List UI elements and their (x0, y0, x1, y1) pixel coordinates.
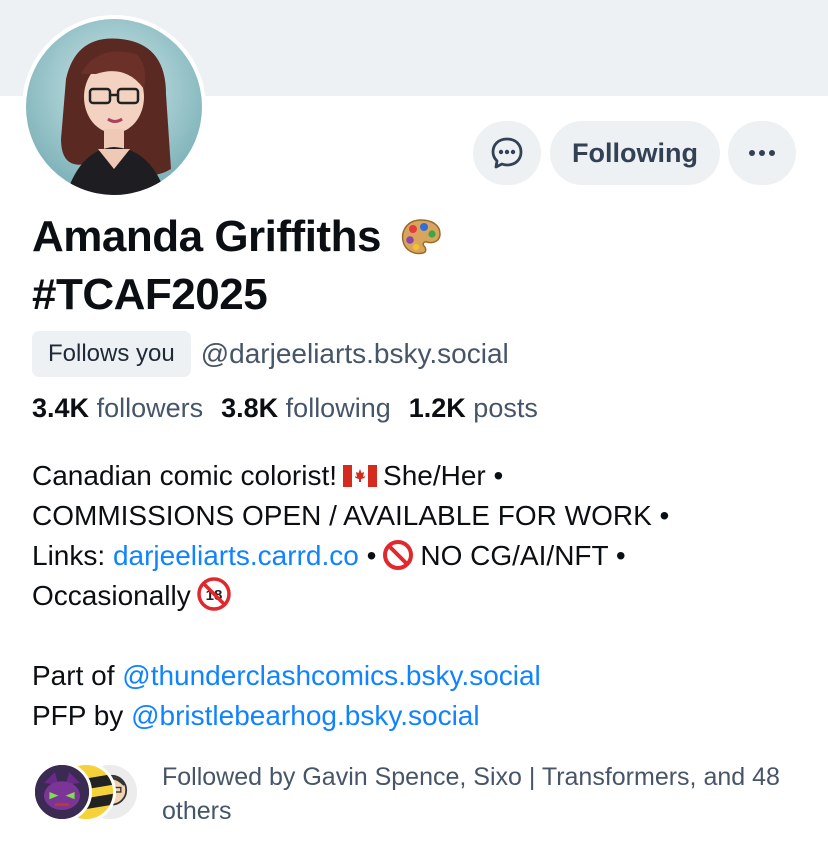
bio-line-4: Occasionally 18 (32, 576, 802, 616)
artist-palette-icon (401, 219, 441, 255)
posts-count: 1.2K (408, 393, 466, 423)
bio-text: Links: (32, 540, 106, 571)
chat-button[interactable] (473, 121, 541, 185)
bio-line-3: Links: darjeeliarts.carrd.co • NO CG/AI/… (32, 536, 802, 576)
bio-text: Occasionally (32, 580, 191, 611)
following-count: 3.8K (221, 393, 279, 423)
bio-text: PFP by (32, 700, 124, 731)
bio-line-2: COMMISSIONS OPEN / AVAILABLE FOR WORK • (32, 500, 670, 531)
bio-line-1: Canadian comic colorist! She/Her • (32, 456, 802, 496)
ellipsis-icon (749, 150, 775, 156)
bio-text: She/Her • (383, 460, 504, 491)
display-name: Amanda Griffiths #TCAF2025 (32, 208, 732, 324)
followers-stat[interactable]: 3.4K followers (32, 393, 203, 424)
canada-flag-icon (343, 465, 378, 487)
profile-meta: Follows you @darjeeliarts.bsky.social (32, 330, 509, 378)
profile-bio: Canadian comic colorist! She/Her • COMMI… (32, 456, 802, 736)
profile-handle: @darjeeliarts.bsky.social (200, 338, 509, 369)
followers-label: followers (96, 393, 204, 423)
no-entry-icon (383, 540, 414, 570)
more-options-button[interactable] (728, 121, 796, 185)
follower-avatar-image (35, 765, 89, 819)
no-one-under-18-icon: 18 (196, 577, 231, 611)
following-button[interactable]: Following (550, 121, 720, 185)
follower-avatar-1 (32, 762, 92, 822)
bio-separator: • (366, 540, 377, 571)
following-label: following (285, 393, 391, 423)
bio-text: Part of (32, 660, 115, 691)
known-followers-avatars (32, 760, 152, 824)
follows-you-badge: Follows you (32, 331, 191, 377)
following-stat[interactable]: 3.8K following (221, 393, 391, 424)
bio-link-carrd[interactable]: darjeeliarts.carrd.co (113, 540, 359, 571)
followers-count: 3.4K (32, 393, 90, 423)
display-name-line2: #TCAF2025 (32, 270, 268, 319)
posts-label: posts (473, 393, 538, 423)
avatar-portrait-image (26, 19, 202, 195)
bio-text: Canadian comic colorist! (32, 460, 338, 491)
bio-line-part-of: Part of @thunderclashcomics.bsky.social (32, 656, 802, 696)
known-followers[interactable]: Followed by Gavin Spence, Sixo | Transfo… (32, 760, 802, 828)
followed-by-text: Followed by Gavin Spence, Sixo | Transfo… (162, 763, 780, 825)
profile-stats: 3.4K followers 3.8K following 1.2K posts (32, 393, 538, 424)
bio-text: NO CG/AI/NFT • (420, 540, 626, 571)
chat-bubble-icon (491, 137, 523, 169)
display-name-text: Amanda Griffiths (32, 212, 381, 261)
bio-link-thunderclash[interactable]: @thunderclashcomics.bsky.social (122, 660, 541, 691)
profile-avatar[interactable] (22, 15, 206, 199)
bio-link-bristlebearhog[interactable]: @bristlebearhog.bsky.social (131, 700, 480, 731)
posts-stat: 1.2K posts (409, 393, 538, 424)
bio-line-pfp: PFP by @bristlebearhog.bsky.social (32, 696, 802, 736)
bio-spacer (32, 616, 802, 656)
